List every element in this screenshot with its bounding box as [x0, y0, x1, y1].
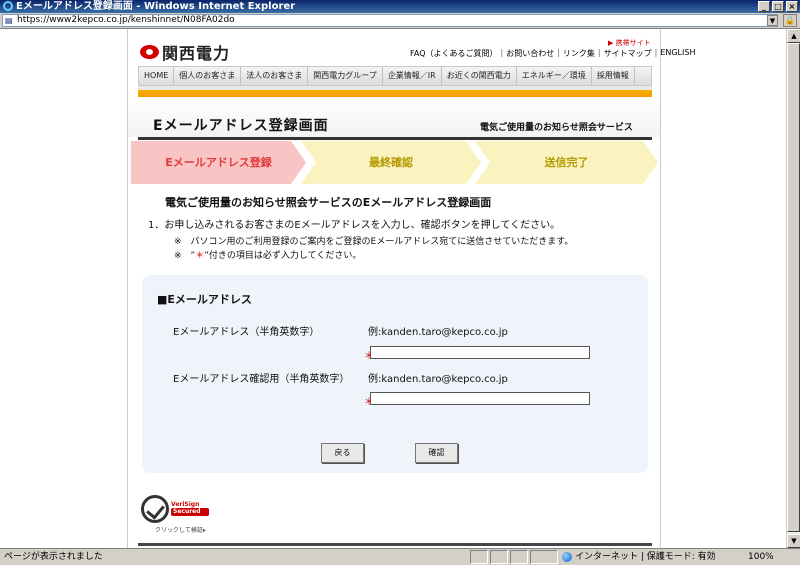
nav-ir[interactable]: 企業情報／IR — [383, 67, 442, 85]
scroll-thumb[interactable] — [787, 43, 800, 532]
sitemap-link[interactable]: サイトマップ — [604, 48, 652, 59]
note-required: ※ ”＊”付きの項目は必ず入力してください。 — [174, 251, 362, 261]
scroll-up-icon[interactable]: ▲ — [787, 29, 800, 43]
utility-links: FAQ（よくあるご質問） | お問い合わせ | リンク集 | サイトマップ | ENGL… — [410, 48, 696, 59]
nav-personal[interactable]: 個人のお客さま — [174, 67, 242, 85]
kepco-logo[interactable]: 関西電力 — [140, 40, 230, 64]
url-field[interactable]: ▤ https://www2kepco.co.jp/kenshinnet/N08… — [2, 14, 778, 27]
security-zone[interactable]: インターネット | 保護モード: 有効 — [562, 549, 716, 565]
verisign-seal[interactable]: VeriSign Secured クリックして検証▸ — [141, 493, 211, 534]
lock-icon[interactable]: 🔒 — [783, 14, 797, 27]
nav-nearby[interactable]: お近くの関西電力 — [442, 67, 517, 85]
vertical-scrollbar[interactable]: ▲ ▼ — [786, 29, 800, 548]
nav-energy[interactable]: エネルギー／環境 — [517, 67, 592, 85]
window-title: Eメールアドレス登録画面 - Windows Internet Explorer — [16, 1, 296, 12]
status-segment — [530, 550, 558, 564]
scroll-down-icon[interactable]: ▼ — [787, 534, 800, 548]
orange-accent-bar — [138, 90, 652, 97]
back-button[interactable]: 戻る — [321, 443, 364, 463]
mobile-site-link[interactable]: ▶ 携帯サイト — [608, 38, 651, 48]
status-segment — [490, 550, 508, 564]
status-segment — [510, 550, 528, 564]
english-link[interactable]: ENGLISH — [660, 48, 695, 59]
verisign-check-icon — [141, 495, 169, 523]
zone-text: インターネット | 保護モード: 有効 — [575, 552, 716, 562]
close-icon[interactable]: × — [786, 1, 798, 12]
ie-icon — [3, 1, 13, 11]
verisign-brand: VeriSign — [171, 501, 200, 508]
nav-corporate[interactable]: 法人のお客さま — [241, 67, 309, 85]
zoom-level[interactable]: 100% — [748, 549, 774, 565]
step-email-registration: Eメールアドレス登録 — [131, 141, 306, 184]
verisign-secured: Secured — [171, 508, 209, 516]
nav-home[interactable]: HOME — [139, 67, 175, 85]
nav-recruit[interactable]: 採用情報 — [592, 67, 635, 85]
footer-divider — [138, 543, 652, 546]
logo-mark-icon — [140, 45, 159, 59]
email-confirm-label: Eメールアドレス確認用（半角英数字） — [173, 374, 350, 385]
progress-steps: Eメールアドレス登録 最終確認 送信完了 — [131, 141, 658, 184]
window-controls: _ □ × — [758, 1, 798, 12]
logo-text: 関西電力 — [162, 44, 231, 63]
links-link[interactable]: リンク集 — [563, 48, 595, 59]
minimize-icon[interactable]: _ — [758, 1, 770, 12]
step-final-confirmation: 最終確認 — [301, 141, 481, 184]
title-divider — [138, 137, 652, 140]
note-send-guide: ※ パソコン用のご利用登録のご案内をご登録のEメールアドレス宛てに送信させていた… — [174, 237, 574, 247]
email-section-title: ■Eメールアドレス — [157, 293, 252, 306]
nav-group[interactable]: 関西電力グループ — [308, 67, 383, 85]
address-bar: ▤ https://www2kepco.co.jp/kenshinnet/N08… — [0, 13, 800, 29]
globe-icon — [562, 552, 572, 562]
window-titlebar: Eメールアドレス登録画面 - Windows Internet Explorer… — [0, 0, 800, 13]
page-title: Eメールアドレス登録画面 — [153, 118, 329, 134]
page-icon: ▤ — [5, 16, 13, 25]
confirm-button[interactable]: 確認 — [415, 443, 458, 463]
status-message: ページが表示されました — [4, 552, 103, 562]
email-confirm-input[interactable] — [370, 392, 590, 405]
email-example: 例:kanden.taro@kepco.co.jp — [368, 327, 508, 338]
email-label: Eメールアドレス（半角英数字） — [173, 327, 320, 338]
email-confirm-example: 例:kanden.taro@kepco.co.jp — [368, 374, 508, 385]
step-send-complete: 送信完了 — [475, 141, 658, 184]
url-dropdown-icon[interactable]: ▼ — [767, 15, 778, 26]
maximize-icon[interactable]: □ — [772, 1, 784, 12]
contact-link[interactable]: お問い合わせ — [506, 48, 554, 59]
verisign-caption: クリックして検証▸ — [155, 527, 206, 534]
page-container: 関西電力 ▶ 携帯サイト FAQ（よくあるご質問） | お問い合わせ | リンク集 |… — [127, 29, 695, 548]
global-nav: HOME 個人のお客さま 法人のお客さま 関西電力グループ 企業情報／IR お近… — [138, 66, 652, 86]
instruction-text: 1．お申し込みされるお客さまのEメールアドレスを入力し、確認ボタンを押してくださ… — [148, 220, 561, 231]
status-segment — [470, 550, 488, 564]
service-name: 電気ご使用量のお知らせ照会サービス — [480, 123, 633, 133]
faq-link[interactable]: FAQ（よくあるご質問） — [410, 48, 498, 59]
url-text: https://www2kepco.co.jp/kenshinnet/N08FA… — [17, 15, 235, 25]
email-input[interactable] — [370, 346, 590, 359]
lead-heading: 電気ご使用量のお知らせ照会サービスのEメールアドレス登録画面 — [165, 196, 492, 209]
status-bar: ページが表示されました インターネット | 保護モード: 有効 100% — [0, 548, 800, 565]
